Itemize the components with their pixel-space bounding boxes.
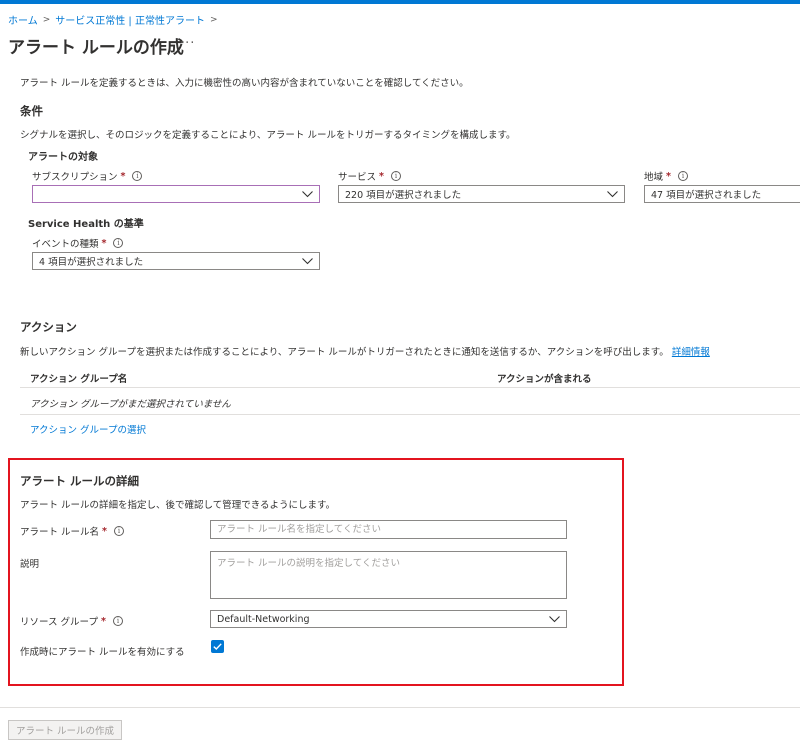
table-row-divider	[20, 414, 800, 415]
actions-heading: アクション	[20, 320, 77, 334]
info-icon[interactable]: i	[113, 238, 124, 248]
subscription-label: サブスクリプション * i	[32, 169, 143, 183]
info-icon[interactable]: i	[677, 171, 688, 181]
service-health-criteria-heading: Service Health の基準	[28, 219, 144, 230]
event-type-label: イベントの種類 * i	[32, 236, 124, 250]
info-icon[interactable]: i	[112, 616, 123, 626]
breadcrumb: ホーム > サービス正常性 | 正常性アラート >	[8, 12, 223, 28]
footer-divider	[0, 707, 800, 708]
resource-group-label: リソース グループ * i	[20, 614, 123, 628]
page-title: アラート ルールの作成	[8, 38, 184, 58]
chevron-down-icon	[548, 615, 560, 623]
chevron-down-icon	[606, 190, 618, 198]
details-description: アラート ルールの詳細を指定し、後で確認して管理できるようにします。	[20, 500, 336, 511]
table-header-divider	[20, 387, 800, 388]
info-icon[interactable]: i	[132, 171, 143, 181]
column-header-action-group-name[interactable]: アクション グループ名	[30, 371, 127, 385]
chevron-right-icon: >	[209, 14, 218, 25]
info-icon[interactable]: i	[114, 526, 124, 536]
more-options-icon[interactable]: ···	[180, 36, 195, 51]
top-accent-bar	[0, 0, 800, 4]
rule-name-label: アラート ルール名 * i	[20, 524, 124, 538]
enable-on-create-label: 作成時にアラート ルールを有効にする	[20, 647, 185, 658]
conditions-description: シグナルを選択し、そのロジックを定義することにより、アラート ルールをトリガーす…	[20, 130, 516, 141]
service-dropdown[interactable]: 220 項目が選択されました	[338, 185, 625, 203]
conditions-heading: 条件	[20, 104, 43, 118]
rule-name-input[interactable]	[210, 520, 567, 539]
info-icon[interactable]: i	[390, 171, 401, 181]
intro-text: アラート ルールを定義するときは、入力に機密性の高い内容が含まれていないことを確…	[20, 78, 469, 89]
service-label: サービス * i	[338, 169, 401, 183]
event-type-dropdown[interactable]: 4 項目が選択されました	[32, 252, 320, 270]
enable-on-create-checkbox[interactable]	[211, 640, 224, 653]
chevron-down-icon	[301, 190, 313, 198]
actions-description: 新しいアクション グループを選択または作成することにより、アラート ルールがトリ…	[20, 347, 710, 358]
alert-target-heading: アラートの対象	[28, 152, 98, 163]
create-alert-rule-button[interactable]: アラート ルールの作成	[8, 720, 122, 740]
description-textarea[interactable]	[210, 551, 567, 599]
breadcrumb-service-health[interactable]: サービス正常性 | 正常性アラート	[55, 12, 205, 27]
resource-group-dropdown[interactable]: Default-Networking	[210, 610, 567, 628]
checkmark-icon	[213, 643, 222, 650]
breadcrumb-home[interactable]: ホーム	[8, 12, 38, 27]
region-dropdown[interactable]: 47 項目が選択されました	[644, 185, 800, 203]
learn-more-link[interactable]: 詳細情報	[672, 347, 710, 358]
description-label: 説明	[20, 559, 40, 570]
select-action-group-link[interactable]: アクション グループの選択	[30, 422, 146, 436]
column-header-actions-included[interactable]: アクションが含まれる	[497, 371, 592, 385]
chevron-down-icon	[301, 257, 313, 265]
subscription-dropdown[interactable]	[32, 185, 320, 203]
details-heading: アラート ルールの詳細	[20, 474, 140, 488]
chevron-right-icon: >	[42, 14, 51, 25]
empty-table-message: アクション グループがまだ選択されていません	[30, 399, 231, 410]
region-label: 地域 * i	[644, 169, 688, 183]
